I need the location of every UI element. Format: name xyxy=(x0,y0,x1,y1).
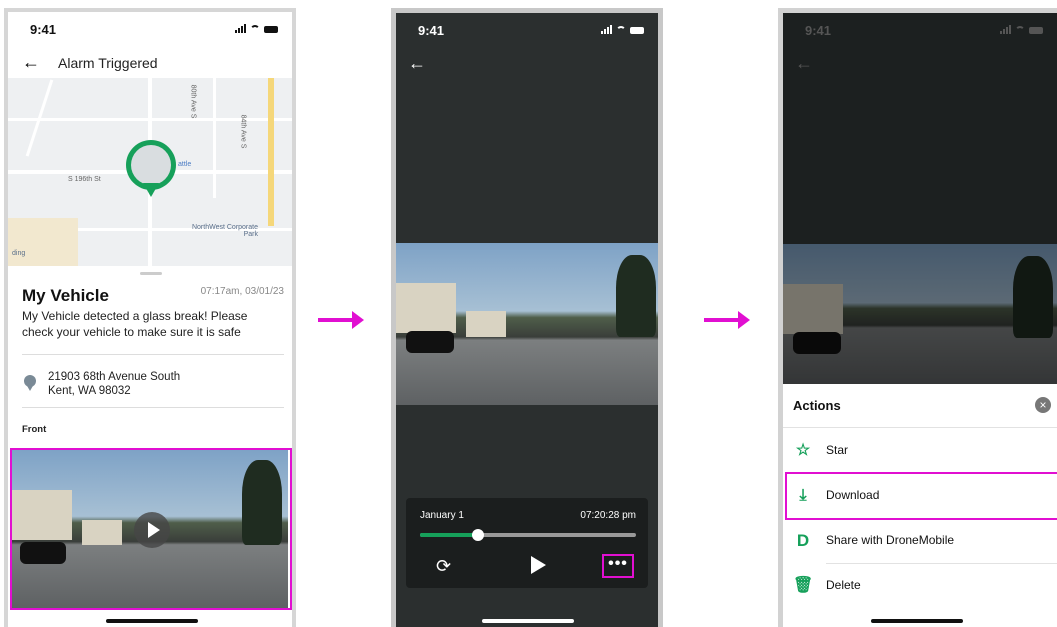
home-indicator xyxy=(482,619,574,623)
wifi-icon xyxy=(616,26,626,34)
alert-message: My Vehicle detected a glass break! Pleas… xyxy=(22,309,248,339)
camera-label: Front xyxy=(22,424,47,435)
progress-track[interactable] xyxy=(420,529,636,541)
star-icon: ☆ xyxy=(795,442,811,459)
address-line-2: Kent, WA 98032 xyxy=(48,385,131,397)
address: 21903 68th Avenue South Kent, WA 98032 xyxy=(48,370,180,398)
dronemobile-icon: D xyxy=(796,531,810,550)
status-time: 9:41 xyxy=(30,22,57,37)
map-label: 80th Ave S xyxy=(189,84,197,119)
highway xyxy=(268,78,274,226)
action-share[interactable]: D Share with DroneMobile xyxy=(783,519,1057,564)
home-indicator xyxy=(106,619,198,623)
status-time: 9:41 xyxy=(805,23,832,38)
map-label: S 196th St xyxy=(68,176,101,183)
map-label: 84th Ave S xyxy=(239,114,247,149)
actions-screen: 9:41 ← Actions × ☆ Star ⤓ Download D Sha… xyxy=(778,8,1057,627)
status-bar: 9:41 xyxy=(783,13,1057,49)
home-indicator xyxy=(871,619,963,623)
parked-car xyxy=(406,331,454,353)
parked-car xyxy=(793,332,841,354)
actions-title: Actions xyxy=(793,398,841,413)
flow-arrow xyxy=(704,311,750,329)
back-arrow-icon[interactable]: ← xyxy=(795,53,813,74)
close-icon[interactable]: × xyxy=(1035,397,1051,413)
signal-icon xyxy=(235,24,246,33)
action-star[interactable]: ☆ Star xyxy=(783,429,1057,474)
progress-fill xyxy=(420,533,479,537)
alarm-screen: 9:41 ← Alarm Triggered S 196th St 80th A… xyxy=(4,8,296,627)
alert-timestamp: 07:17am, 03/01/23 xyxy=(200,286,284,297)
status-bar: 9:41 xyxy=(396,13,658,49)
highlight-box xyxy=(10,448,292,610)
signal-icon xyxy=(601,25,612,34)
action-label: Star xyxy=(826,443,849,457)
battery-icon xyxy=(630,27,644,34)
divider xyxy=(783,427,1057,428)
actions-sheet: Actions × ☆ Star ⤓ Download D Share with… xyxy=(783,384,1057,627)
page-title: Alarm Triggered xyxy=(58,55,158,71)
highlight-box xyxy=(785,472,1057,520)
status-icons xyxy=(1000,25,1043,34)
map[interactable]: S 196th St 80th Ave S 84th Ave S NorthWe… xyxy=(8,78,292,266)
video-frame[interactable] xyxy=(396,243,658,405)
video-frame xyxy=(783,244,1057,384)
status-bar: 9:41 xyxy=(8,12,292,48)
wifi-icon xyxy=(250,25,260,33)
video-time: 07:20:28 pm xyxy=(580,510,636,521)
player-controls: January 1 07:20:28 pm ⟳ ••• xyxy=(406,498,648,588)
wifi-icon xyxy=(1015,26,1025,34)
action-label: Share with DroneMobile xyxy=(826,533,955,547)
vehicle-name: My Vehicle xyxy=(22,286,109,305)
status-icons xyxy=(601,25,644,34)
divider xyxy=(22,354,284,355)
battery-icon xyxy=(264,26,278,33)
signal-icon xyxy=(1000,25,1011,34)
map-area xyxy=(8,218,78,266)
flow-arrow xyxy=(318,311,364,329)
action-label: Delete xyxy=(826,578,861,592)
progress-thumb[interactable] xyxy=(472,529,485,541)
video-date: January 1 xyxy=(420,510,464,521)
car-icon xyxy=(131,145,171,185)
video-player-screen: 9:41 ← January 1 07:20:28 pm ⟳ ••• xyxy=(391,8,663,627)
drag-handle[interactable] xyxy=(140,272,162,275)
battery-icon xyxy=(1029,27,1043,34)
address-line-1: 21903 68th Avenue South xyxy=(48,371,181,383)
more-options-button[interactable]: ••• xyxy=(602,554,634,578)
map-label: attle xyxy=(178,161,192,168)
map-label: NorthWest Corporate Park xyxy=(191,224,258,238)
status-time: 9:41 xyxy=(418,23,445,38)
divider xyxy=(22,407,284,408)
trash-icon: 🗑 xyxy=(793,577,814,594)
back-arrow-icon[interactable]: ← xyxy=(408,53,426,74)
map-label: ding xyxy=(12,250,26,257)
header: ← Alarm Triggered xyxy=(8,50,292,78)
location-pin-icon xyxy=(24,375,36,391)
play-icon[interactable] xyxy=(531,556,546,574)
vehicle-location-pin-icon[interactable] xyxy=(126,140,176,197)
back-arrow-icon[interactable]: ← xyxy=(22,52,40,73)
replay-icon[interactable]: ⟳ xyxy=(436,556,451,577)
status-icons xyxy=(235,24,278,33)
alert-sheet: My Vehicle 07:17am, 03/01/23 My Vehicle … xyxy=(8,266,292,446)
action-delete[interactable]: 🗑 Delete xyxy=(783,564,1057,609)
